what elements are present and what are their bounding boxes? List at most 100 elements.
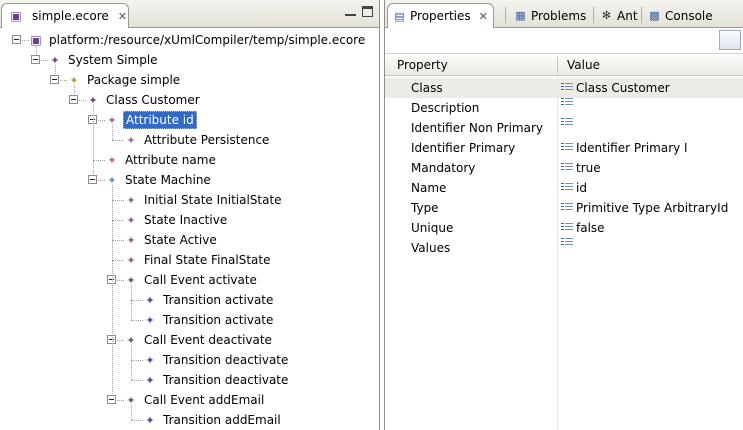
property-row[interactable]: Name id bbox=[385, 178, 743, 198]
property-value[interactable]: Primitive Type ArbitraryId bbox=[561, 201, 728, 215]
collapse-toggle[interactable] bbox=[88, 175, 97, 184]
tree-item[interactable]: ✦ Transition deactivate bbox=[142, 370, 290, 390]
minimize-icon[interactable] bbox=[345, 9, 356, 16]
tree-item[interactable]: ✦ System Simple bbox=[47, 50, 160, 70]
property-row[interactable]: Identifier Primary Identifier Primary I bbox=[385, 138, 743, 158]
property-value-text: Class Customer bbox=[576, 81, 670, 95]
tree-item[interactable]: ✦ Initial State InitialState bbox=[123, 190, 284, 210]
property-value[interactable]: id bbox=[561, 181, 587, 195]
problems-icon: ▦ bbox=[515, 9, 526, 22]
property-name: Unique bbox=[411, 221, 454, 235]
property-row[interactable]: Identifier Non Primary bbox=[385, 118, 743, 138]
tree-item[interactable]: ▣ platform:/resource/xUmlCompiler/temp/si… bbox=[28, 30, 367, 50]
value-column-header[interactable]: Value bbox=[567, 58, 600, 72]
tree-item[interactable]: ✦ Final State FinalState bbox=[123, 250, 272, 270]
property-row[interactable]: Type Primitive Type ArbitraryId bbox=[385, 198, 743, 218]
tree-item[interactable]: ✦ State Active bbox=[123, 230, 219, 250]
tree-item[interactable]: ✦ Attribute Persistence bbox=[123, 130, 271, 150]
state-icon: ✦ bbox=[126, 253, 136, 267]
tab-problems[interactable]: ▦ Problems bbox=[509, 3, 591, 28]
collapse-toggle[interactable] bbox=[107, 395, 116, 404]
tree-item-label: Attribute id bbox=[123, 111, 197, 129]
property-row[interactable]: Mandatory true bbox=[385, 158, 743, 178]
collapse-toggle[interactable] bbox=[12, 35, 21, 44]
maximize-icon[interactable] bbox=[362, 6, 373, 17]
tree-item-label: Transition activate bbox=[163, 313, 274, 327]
tree-item[interactable]: ✦ Package simple bbox=[66, 70, 182, 90]
view-tab-bar: ▤ Properties ✕ ▦ Problems ✻ Ant ▩ Consol… bbox=[385, 0, 743, 28]
property-value-text: true bbox=[576, 161, 601, 175]
tree-item-label: Attribute Persistence bbox=[144, 133, 270, 147]
property-name: Class bbox=[411, 81, 443, 95]
property-row[interactable]: Values bbox=[385, 238, 743, 258]
ecore-file-icon: ▣ bbox=[10, 9, 22, 23]
tab-ant[interactable]: ✻ Ant bbox=[595, 3, 643, 28]
tree-item-label: Transition activate bbox=[163, 293, 274, 307]
tree-item[interactable]: ✦ Attribute id bbox=[104, 110, 197, 130]
property-row[interactable]: Unique false bbox=[385, 218, 743, 238]
toolbar-button[interactable] bbox=[719, 30, 741, 50]
tab-label: Properties bbox=[410, 9, 471, 23]
tree-item-label: Final State FinalState bbox=[144, 253, 271, 267]
property-value-icon bbox=[561, 142, 573, 151]
attribute-icon: ✦ bbox=[126, 133, 136, 147]
collapse-toggle[interactable] bbox=[31, 55, 40, 64]
close-icon[interactable]: ✕ bbox=[479, 11, 488, 22]
property-value-icon bbox=[561, 182, 573, 191]
tree-item[interactable]: ✦ Transition activate bbox=[142, 310, 275, 330]
tree-item-label: State Inactive bbox=[144, 213, 228, 227]
property-value-icon bbox=[561, 222, 573, 231]
tree-item-label: Package simple bbox=[87, 73, 181, 87]
property-value-icon bbox=[561, 117, 573, 126]
collapse-toggle[interactable] bbox=[50, 75, 59, 84]
property-name: Description bbox=[411, 101, 480, 115]
tree-item-label: Call Event activate bbox=[144, 273, 257, 287]
console-icon: ▩ bbox=[649, 9, 660, 22]
tree-item-label: Transition addEmail bbox=[163, 413, 281, 427]
properties-view-panel: ▤ Properties ✕ ▦ Problems ✻ Ant ▩ Consol… bbox=[384, 0, 743, 430]
collapse-toggle[interactable] bbox=[69, 95, 78, 104]
transition-icon: ✦ bbox=[145, 373, 155, 387]
property-value[interactable]: false bbox=[561, 221, 605, 235]
tree-item-label: Call Event addEmail bbox=[144, 393, 265, 407]
transition-icon: ✦ bbox=[145, 413, 155, 427]
tree-item-label: State Active bbox=[144, 233, 217, 247]
property-value-icon bbox=[561, 202, 573, 211]
property-value[interactable]: true bbox=[561, 161, 601, 175]
property-value[interactable]: Identifier Primary I bbox=[561, 141, 688, 155]
property-column-header[interactable]: Property bbox=[397, 58, 448, 72]
property-name: Name bbox=[411, 181, 447, 195]
attribute-icon: ✦ bbox=[107, 153, 117, 167]
tree-item[interactable]: ✦ Transition deactivate bbox=[142, 350, 290, 370]
tree-item-label: Attribute name bbox=[125, 153, 216, 167]
tree-item[interactable]: ✦ Call Event deactivate bbox=[123, 330, 274, 350]
tree-item-label: Transition deactivate bbox=[163, 353, 289, 367]
tree-item[interactable]: ✦ State Machine bbox=[104, 170, 213, 190]
tree-item[interactable]: ✦ State Inactive bbox=[123, 210, 229, 230]
tab-label: Problems bbox=[531, 8, 587, 23]
property-value-text: false bbox=[576, 221, 605, 235]
property-row[interactable]: Class Class Customer bbox=[385, 78, 743, 98]
tree-item[interactable]: ✦ Call Event addEmail bbox=[123, 390, 266, 410]
tab-console[interactable]: ▩ Console bbox=[643, 3, 718, 28]
tree-item[interactable]: ✦ Attribute name bbox=[104, 150, 218, 170]
tree-item[interactable]: ✦ Transition addEmail bbox=[142, 410, 283, 430]
tab-properties[interactable]: ▤ Properties ✕ bbox=[387, 3, 494, 28]
property-name: Identifier Non Primary bbox=[411, 121, 543, 135]
properties-toolbar bbox=[385, 28, 743, 54]
property-name: Mandatory bbox=[411, 161, 476, 175]
property-value[interactable] bbox=[561, 118, 576, 126]
tree-item[interactable]: ✦ Class Customer bbox=[85, 90, 202, 110]
property-value[interactable] bbox=[561, 238, 576, 246]
close-icon[interactable]: ✕ bbox=[118, 11, 127, 22]
property-row[interactable]: Description bbox=[385, 98, 743, 118]
state-icon: ✦ bbox=[126, 233, 136, 247]
property-name: Type bbox=[411, 201, 439, 215]
editor-tab-bar: ▣ simple.ecore ✕ bbox=[0, 0, 379, 28]
tree-item[interactable]: ✦ Call Event activate bbox=[123, 270, 259, 290]
editor-tab-simple-ecore[interactable]: ▣ simple.ecore ✕ bbox=[1, 3, 129, 28]
tree-item[interactable]: ✦ Transition activate bbox=[142, 290, 275, 310]
property-value[interactable] bbox=[561, 98, 576, 106]
property-value[interactable]: Class Customer bbox=[561, 81, 670, 95]
tree-item-label: State Machine bbox=[125, 173, 211, 187]
